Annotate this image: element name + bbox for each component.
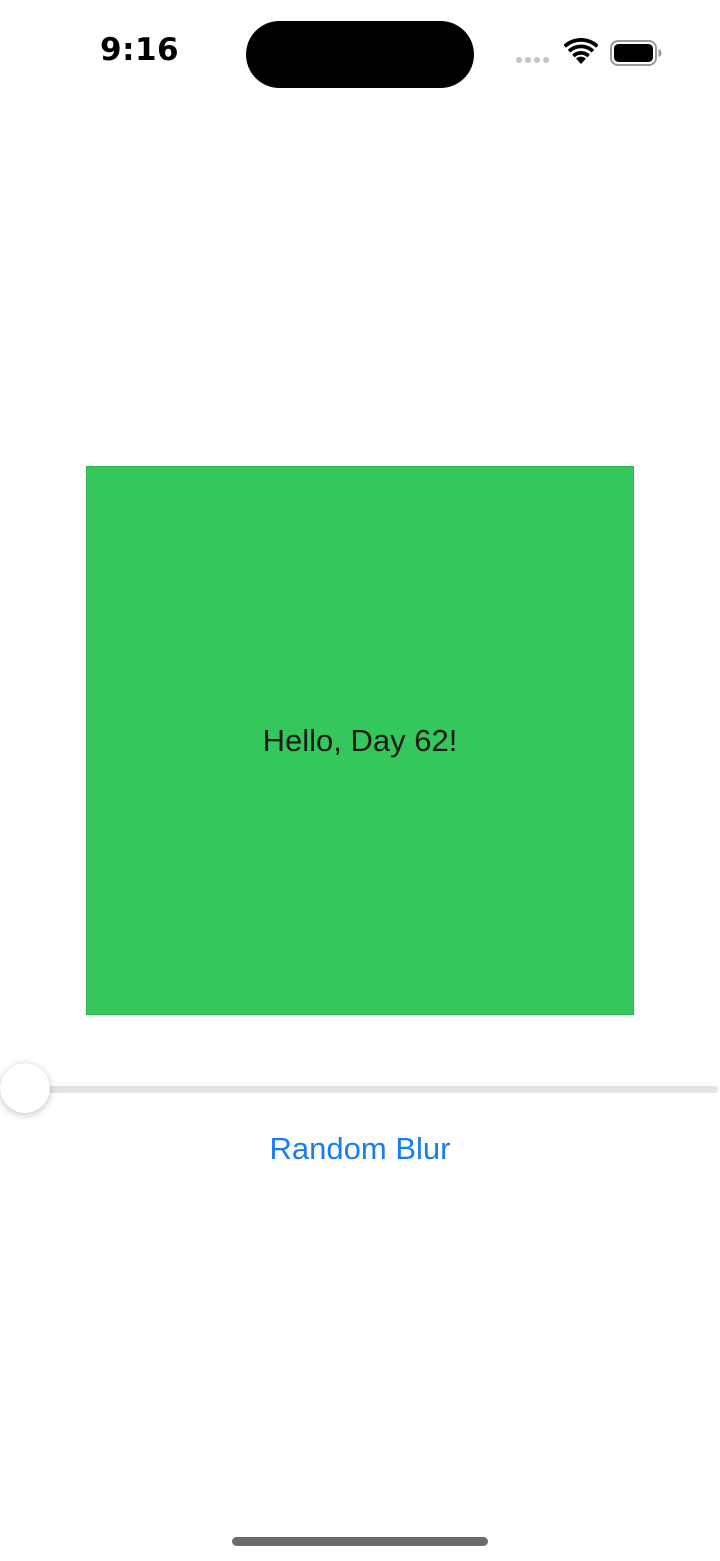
slider-track[interactable] xyxy=(0,1086,718,1093)
blur-slider[interactable] xyxy=(0,1062,720,1114)
signal-dots-icon xyxy=(516,57,549,63)
blur-card: Hello, Day 62! xyxy=(86,466,634,1015)
random-blur-button[interactable]: Random Blur xyxy=(0,1131,720,1167)
wifi-icon xyxy=(564,38,598,64)
dynamic-island xyxy=(246,21,474,88)
status-bar: 9:16 xyxy=(0,0,720,108)
battery-icon xyxy=(610,40,662,66)
greeting-text: Hello, Day 62! xyxy=(262,722,458,758)
status-time: 9:16 xyxy=(100,32,180,68)
home-indicator[interactable] xyxy=(232,1537,488,1546)
slider-thumb[interactable] xyxy=(0,1063,50,1113)
